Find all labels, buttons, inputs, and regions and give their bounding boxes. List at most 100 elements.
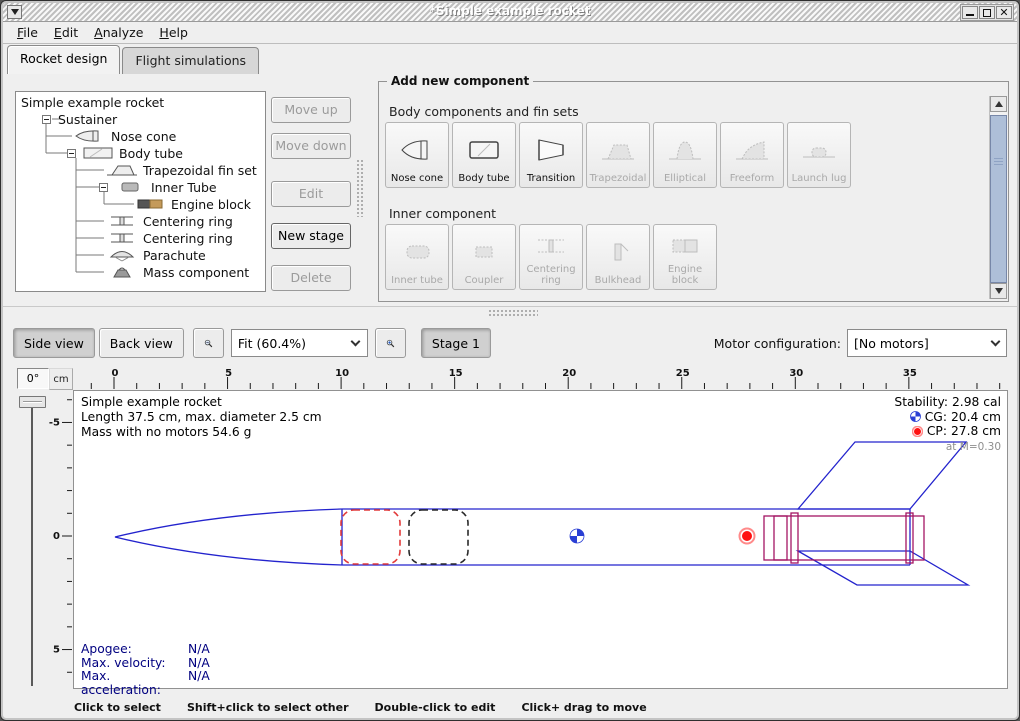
hint-click-select: Click to select xyxy=(74,701,161,714)
tree-item-inner-tube[interactable]: Inner Tube xyxy=(16,179,265,196)
rocket-dimensions: Length 37.5 cm, max. diameter 2.5 cm xyxy=(81,410,322,425)
zoom-in-button[interactable] xyxy=(375,328,406,358)
tree-item-centering-ring-2[interactable]: Centering ring xyxy=(16,230,265,247)
tree-item-mass-component[interactable]: Mass component xyxy=(16,264,265,281)
tree-item-rocket[interactable]: Simple example rocket xyxy=(16,94,265,111)
add-inner-tube-button[interactable]: Inner tube xyxy=(385,224,449,290)
add-trapezoidal-fin-button[interactable]: Trapezoidal xyxy=(586,122,650,188)
add-centering-ring-button[interactable]: Centering ring xyxy=(519,224,583,290)
view-toolbar: Side view Back view Fit (60.4%) Stage 1 xyxy=(13,327,491,359)
menu-file[interactable]: File xyxy=(9,23,46,42)
inner-component-buttons: Inner tube Coupler Centering ring Bulkhe… xyxy=(385,224,717,290)
svg-text:25: 25 xyxy=(676,368,690,379)
svg-text:0: 0 xyxy=(112,368,119,379)
bottom-fin xyxy=(798,551,968,585)
add-launch-lug-button[interactable]: Launch lug xyxy=(787,122,851,188)
menu-edit[interactable]: Edit xyxy=(46,23,86,42)
rocket-mass: Mass with no motors 54.6 g xyxy=(81,425,322,440)
edit-button[interactable]: Edit xyxy=(271,181,351,207)
menu-analyze[interactable]: Analyze xyxy=(86,23,151,42)
stability-value: 2.98 cal xyxy=(952,395,1001,410)
bulkhead-icon xyxy=(600,228,636,275)
tree-item-sustainer[interactable]: Sustainer xyxy=(16,111,265,128)
svg-text:15: 15 xyxy=(449,368,463,379)
cp-legend-icon xyxy=(912,426,923,437)
tree-expander-icon[interactable] xyxy=(99,183,108,192)
centering-ring-icon xyxy=(106,231,138,245)
tree-item-engine-block[interactable]: Engine block xyxy=(16,196,265,213)
add-engine-block-button[interactable]: Engine block xyxy=(653,224,717,290)
scroll-down-icon[interactable] xyxy=(990,283,1007,299)
max-acceleration-value: N/A xyxy=(188,670,210,697)
vertical-ruler: -505 xyxy=(49,390,73,689)
horizontal-splitter-handle[interactable] xyxy=(1,306,1019,320)
vertical-splitter-handle[interactable] xyxy=(356,159,365,217)
centering-ring-icon xyxy=(106,214,138,228)
add-freeform-fin-button[interactable]: Freeform xyxy=(720,122,784,188)
nose-cone-icon xyxy=(74,129,106,143)
body-components-label: Body components and fin sets xyxy=(389,104,579,119)
minimize-icon[interactable] xyxy=(962,6,978,19)
tab-flight-simulations[interactable]: Flight simulations xyxy=(122,47,259,74)
component-tree[interactable]: Simple example rocket Sustainer Nose con… xyxy=(15,91,266,292)
scrollbar-thumb[interactable] xyxy=(990,115,1007,283)
tree-item-fin-set[interactable]: Trapezoidal fin set xyxy=(16,162,265,179)
component-scrollbar[interactable] xyxy=(989,96,1006,299)
back-view-button[interactable]: Back view xyxy=(99,328,184,358)
parachute-icon xyxy=(106,248,138,262)
side-view-button[interactable]: Side view xyxy=(13,328,95,358)
tree-expander-icon[interactable] xyxy=(42,115,51,124)
chevron-down-icon xyxy=(345,330,367,356)
magnifier-plus-icon xyxy=(386,334,395,353)
maximize-icon[interactable] xyxy=(979,6,995,19)
motor-configuration: Motor configuration: [No motors] xyxy=(714,327,1007,359)
centering-ring-icon xyxy=(533,228,569,264)
add-body-tube-button[interactable]: Body tube xyxy=(452,122,516,188)
delete-button[interactable]: Delete xyxy=(271,265,351,291)
window-title: *Simple example rocket xyxy=(3,4,1017,18)
add-elliptical-fin-button[interactable]: Elliptical xyxy=(653,122,717,188)
tree-item-body-tube[interactable]: Body tube xyxy=(16,145,265,162)
tree-item-parachute[interactable]: Parachute xyxy=(16,247,265,264)
new-stage-button[interactable]: New stage xyxy=(271,223,351,249)
tree-item-nose-cone[interactable]: Nose cone xyxy=(16,128,265,145)
rocket-view-canvas[interactable]: Simple example rocket Length 37.5 cm, ma… xyxy=(73,390,1008,689)
add-bulkhead-button[interactable]: Bulkhead xyxy=(586,224,650,290)
add-component-panel: Add new component Body components and fi… xyxy=(378,81,1009,302)
rotation-slider-track[interactable] xyxy=(31,408,33,686)
rotation-slider-handle[interactable] xyxy=(19,396,46,408)
svg-text:30: 30 xyxy=(789,368,803,379)
tree-item-centering-ring-1[interactable]: Centering ring xyxy=(16,213,265,230)
freeform-fin-icon xyxy=(734,126,770,173)
inner-tube-outline xyxy=(764,516,924,560)
add-transition-button[interactable]: Transition xyxy=(519,122,583,188)
chevron-down-icon xyxy=(984,330,1006,356)
tree-expander-icon[interactable] xyxy=(67,149,76,158)
move-down-button[interactable]: Move down xyxy=(271,133,351,159)
max-velocity-label: Max. velocity: xyxy=(81,657,188,671)
move-up-button[interactable]: Move up xyxy=(271,97,351,123)
transition-icon xyxy=(533,126,569,173)
tab-rocket-design[interactable]: Rocket design xyxy=(7,45,120,74)
main-tabs: Rocket design Flight simulations xyxy=(7,46,259,74)
inner-component-label: Inner component xyxy=(389,206,496,221)
motor-configuration-select[interactable]: [No motors] xyxy=(847,329,1007,357)
cp-marker xyxy=(740,529,755,544)
add-coupler-button[interactable]: Coupler xyxy=(452,224,516,290)
cg-marker xyxy=(570,529,584,543)
menu-bar: File Edit Analyze Help xyxy=(3,22,1017,44)
max-velocity-value: N/A xyxy=(188,657,210,671)
title-bar[interactable]: *Simple example rocket ✕ xyxy=(3,3,1017,22)
zoom-select[interactable]: Fit (60.4%) xyxy=(231,329,368,357)
parachute-outline xyxy=(341,510,400,564)
close-icon[interactable]: ✕ xyxy=(996,6,1012,19)
zoom-out-button[interactable] xyxy=(193,328,224,358)
stage-1-toggle[interactable]: Stage 1 xyxy=(421,328,491,358)
menu-help[interactable]: Help xyxy=(151,23,196,42)
add-nose-cone-button[interactable]: Nose cone xyxy=(385,122,449,188)
stability-label: Stability: xyxy=(894,395,948,410)
engine-block-icon xyxy=(667,228,703,264)
rocket-summary: Simple example rocket Length 37.5 cm, ma… xyxy=(81,395,322,440)
hint-shift-click: Shift+click to select other xyxy=(187,701,349,714)
scroll-up-icon[interactable] xyxy=(990,96,1007,112)
